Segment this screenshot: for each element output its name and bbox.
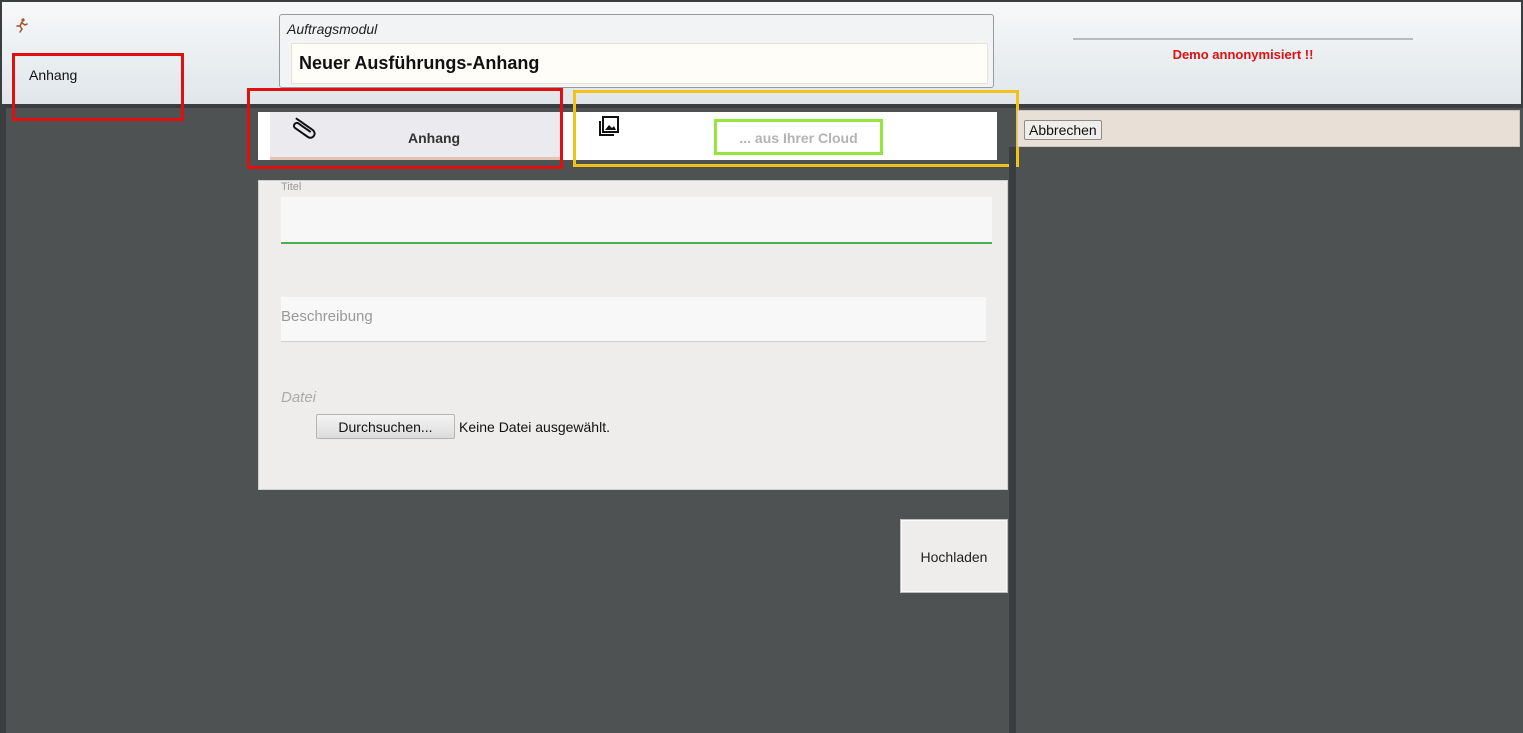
photo-library-icon[interactable] <box>597 114 621 138</box>
upload-button[interactable]: Hochladen <box>900 519 1008 593</box>
no-file-status: Keine Datei ausgewählt. <box>459 419 610 435</box>
title-input[interactable] <box>281 197 992 244</box>
tab-anhang-highlight <box>247 88 563 169</box>
cancel-button[interactable]: Abbrechen <box>1024 120 1102 140</box>
description-input[interactable] <box>281 297 986 342</box>
demo-notice: Demo annonymisiert !! <box>1172 47 1314 62</box>
left-sidebar-edge <box>0 108 6 733</box>
nav-crumb-highlight <box>12 53 184 121</box>
demo-divider <box>1073 38 1413 40</box>
module-label: Auftragsmodul <box>287 21 378 37</box>
description-placeholder: Beschreibung <box>281 308 373 325</box>
right-column-divider <box>1009 147 1016 733</box>
runner-icon[interactable] <box>14 17 30 33</box>
tab-cloud-label[interactable]: ... aus Ihrer Cloud <box>714 130 883 146</box>
page-title: Neuer Ausführungs-Anhang <box>299 53 540 73</box>
nav-crumb-anhang[interactable]: Anhang <box>29 67 77 83</box>
title-field-label: Titel <box>281 181 302 193</box>
browse-button[interactable]: Durchsuchen... <box>316 414 455 439</box>
file-label: Datei <box>281 389 317 406</box>
